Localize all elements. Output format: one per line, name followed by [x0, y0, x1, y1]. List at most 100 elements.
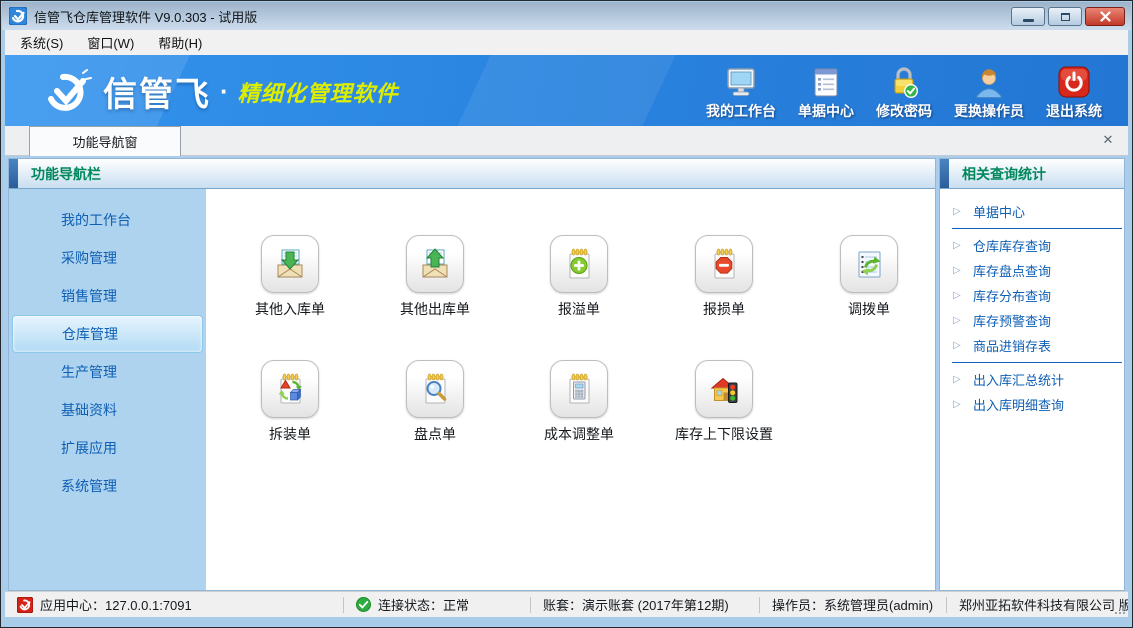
- sidebar-item-my-workbench[interactable]: 我的工作台: [9, 201, 206, 239]
- sidebar-item-system[interactable]: 系统管理: [9, 467, 206, 505]
- query-item-distribution-query[interactable]: ▷ 库存分布查询: [940, 283, 1124, 308]
- sidebar-item-production[interactable]: 生产管理: [9, 353, 206, 391]
- doc-label: 报损单: [659, 299, 789, 319]
- brand-dot: ·: [220, 76, 229, 107]
- window-title: 信管飞仓库管理软件 V9.0.303 - 试用版: [34, 7, 257, 26]
- header-accent-bar: [940, 159, 949, 188]
- header-accent-bar: [9, 159, 18, 188]
- status-operator: 操作员：系统管理员(admin): [760, 595, 946, 614]
- statusbar: 应用中心：127.0.0.1:7091 连接状态：正常 账套：演示账套 (201…: [5, 591, 1128, 617]
- tab-close-icon[interactable]: ✕: [1100, 132, 1116, 148]
- query-item-document-center[interactable]: ▷ 单据中心: [940, 199, 1124, 224]
- function-nav-region: 功能导航栏 我的工作台 采购管理 销售管理 仓库管理 生产管理 基础资料 扩展应…: [8, 158, 936, 591]
- resize-grip[interactable]: [1115, 604, 1125, 614]
- query-panel: 相关查询统计 ▷ 单据中心 ▷ 仓库库存查询 ▷ 库存盘点查询 ▷: [939, 158, 1125, 591]
- doc-label: 其他出库单: [370, 299, 500, 319]
- query-item-inout-summary[interactable]: ▷ 出入库汇总统计: [940, 367, 1124, 392]
- maximize-button[interactable]: [1048, 7, 1082, 26]
- cost-adjust-calculator-icon: [550, 360, 608, 418]
- toolbar-label: 单据中心: [798, 101, 854, 121]
- app-center-logo-icon: [17, 597, 33, 613]
- assembly-note-icon: [261, 360, 319, 418]
- sidebar-item-basic-data[interactable]: 基础资料: [9, 391, 206, 429]
- doc-overflow[interactable]: 报溢单: [514, 235, 644, 319]
- menubar: 系统(S) 窗口(W) 帮助(H): [5, 30, 1128, 55]
- stock-limit-house-icon: [695, 360, 753, 418]
- doc-stocktake[interactable]: 盘点单: [370, 360, 500, 444]
- main-icon-area: 其他入库单 其他出库单: [206, 189, 935, 590]
- sidebar-item-warehouse[interactable]: 仓库管理: [12, 315, 203, 353]
- close-icon: [1100, 11, 1111, 22]
- doc-loss[interactable]: 报损单: [659, 235, 789, 319]
- doc-assembly[interactable]: 拆装单: [225, 360, 355, 444]
- triangle-bullet-icon: ▷: [953, 265, 965, 276]
- triangle-bullet-icon: ▷: [953, 399, 965, 410]
- doc-label: 拆装单: [225, 424, 355, 444]
- menu-window[interactable]: 窗口(W): [78, 31, 143, 54]
- banner: 信管飞 · 精细化管理软件 我的工作台: [5, 55, 1128, 126]
- toolbar-switch-operator-button[interactable]: 更换操作员: [954, 64, 1024, 121]
- toolbar-label: 我的工作台: [706, 101, 776, 121]
- menu-system[interactable]: 系统(S): [11, 31, 72, 54]
- password-lock-icon: [886, 64, 922, 98]
- tab-function-nav[interactable]: 功能导航窗: [29, 126, 181, 156]
- nav-panel-title: 功能导航栏: [31, 164, 101, 184]
- brand-logo-icon: [41, 69, 93, 115]
- brand-name: 信管飞: [103, 67, 211, 116]
- sidebar-item-purchase[interactable]: 采购管理: [9, 239, 206, 277]
- triangle-bullet-icon: ▷: [953, 206, 965, 217]
- connection-ok-icon: [356, 597, 371, 612]
- status-copyright: 郑州亚拓软件科技有限公司 版权所有: [947, 595, 1128, 614]
- tabstrip: 功能导航窗 ✕: [5, 126, 1128, 156]
- doc-label: 报溢单: [514, 299, 644, 319]
- triangle-bullet-icon: ▷: [953, 290, 965, 301]
- brand-slogan: 精细化管理软件: [238, 76, 399, 108]
- document-center-icon: [808, 64, 844, 98]
- query-item-warning-query[interactable]: ▷ 库存预警查询: [940, 308, 1124, 333]
- app-window: 信管飞仓库管理软件 V9.0.303 - 试用版 系统(S) 窗口(W) 帮助(…: [0, 0, 1133, 628]
- toolbar-label: 退出系统: [1046, 101, 1102, 121]
- doc-label: 成本调整单: [514, 424, 644, 444]
- titlebar: 信管飞仓库管理软件 V9.0.303 - 试用版: [2, 2, 1131, 30]
- doc-label: 其他入库单: [225, 299, 355, 319]
- toolbar-my-workbench-button[interactable]: 我的工作台: [706, 64, 776, 121]
- triangle-bullet-icon: ▷: [953, 240, 965, 251]
- query-item-product-flow-table[interactable]: ▷ 商品进销存表: [940, 333, 1124, 358]
- minimize-button[interactable]: [1011, 7, 1045, 26]
- toolbar-exit-system-button[interactable]: 退出系统: [1046, 64, 1102, 121]
- doc-stock-limit[interactable]: 库存上下限设置: [659, 360, 789, 444]
- doc-other-outbound[interactable]: 其他出库单: [370, 235, 500, 319]
- menu-help[interactable]: 帮助(H): [149, 31, 211, 54]
- query-item-stocktake-query[interactable]: ▷ 库存盘点查询: [940, 258, 1124, 283]
- toolbar-document-center-button[interactable]: 单据中心: [798, 64, 854, 121]
- query-item-inout-detail[interactable]: ▷ 出入库明细查询: [940, 392, 1124, 417]
- sidebar: 我的工作台 采购管理 销售管理 仓库管理 生产管理 基础资料 扩展应用 系统管理: [9, 189, 206, 590]
- query-divider: [952, 362, 1122, 363]
- toolbar-change-password-button[interactable]: 修改密码: [876, 64, 932, 121]
- loss-note-minus-icon: [695, 235, 753, 293]
- sidebar-item-extensions[interactable]: 扩展应用: [9, 429, 206, 467]
- query-panel-title: 相关查询统计: [962, 164, 1046, 184]
- query-item-warehouse-stock[interactable]: ▷ 仓库库存查询: [940, 233, 1124, 258]
- query-panel-header: 相关查询统计: [940, 159, 1124, 189]
- transfer-note-icon: [840, 235, 898, 293]
- triangle-bullet-icon: ▷: [953, 374, 965, 385]
- doc-cost-adjust[interactable]: 成本调整单: [514, 360, 644, 444]
- doc-other-inbound[interactable]: 其他入库单: [225, 235, 355, 319]
- status-connection: 连接状态：正常: [344, 595, 530, 614]
- query-list: ▷ 单据中心 ▷ 仓库库存查询 ▷ 库存盘点查询 ▷ 库存分布查询 ▷: [940, 189, 1124, 417]
- minimize-icon: [1023, 19, 1034, 22]
- brand-area: 信管飞 · 精细化管理软件: [41, 67, 399, 116]
- close-button[interactable]: [1085, 7, 1125, 26]
- banner-toolbar: 我的工作台 单据中心: [706, 64, 1102, 121]
- other-outbound-envelope-icon: [406, 235, 464, 293]
- status-app-center: 应用中心：127.0.0.1:7091: [5, 595, 343, 614]
- doc-label: 盘点单: [370, 424, 500, 444]
- workbench-monitor-icon: [723, 64, 759, 98]
- content-area: 功能导航栏 我的工作台 采购管理 销售管理 仓库管理 生产管理 基础资料 扩展应…: [5, 156, 1128, 593]
- doc-transfer[interactable]: 调拨单: [804, 235, 934, 319]
- stocktake-magnifier-icon: [406, 360, 464, 418]
- sidebar-item-sales[interactable]: 销售管理: [9, 277, 206, 315]
- query-divider: [952, 228, 1122, 229]
- other-inbound-envelope-icon: [261, 235, 319, 293]
